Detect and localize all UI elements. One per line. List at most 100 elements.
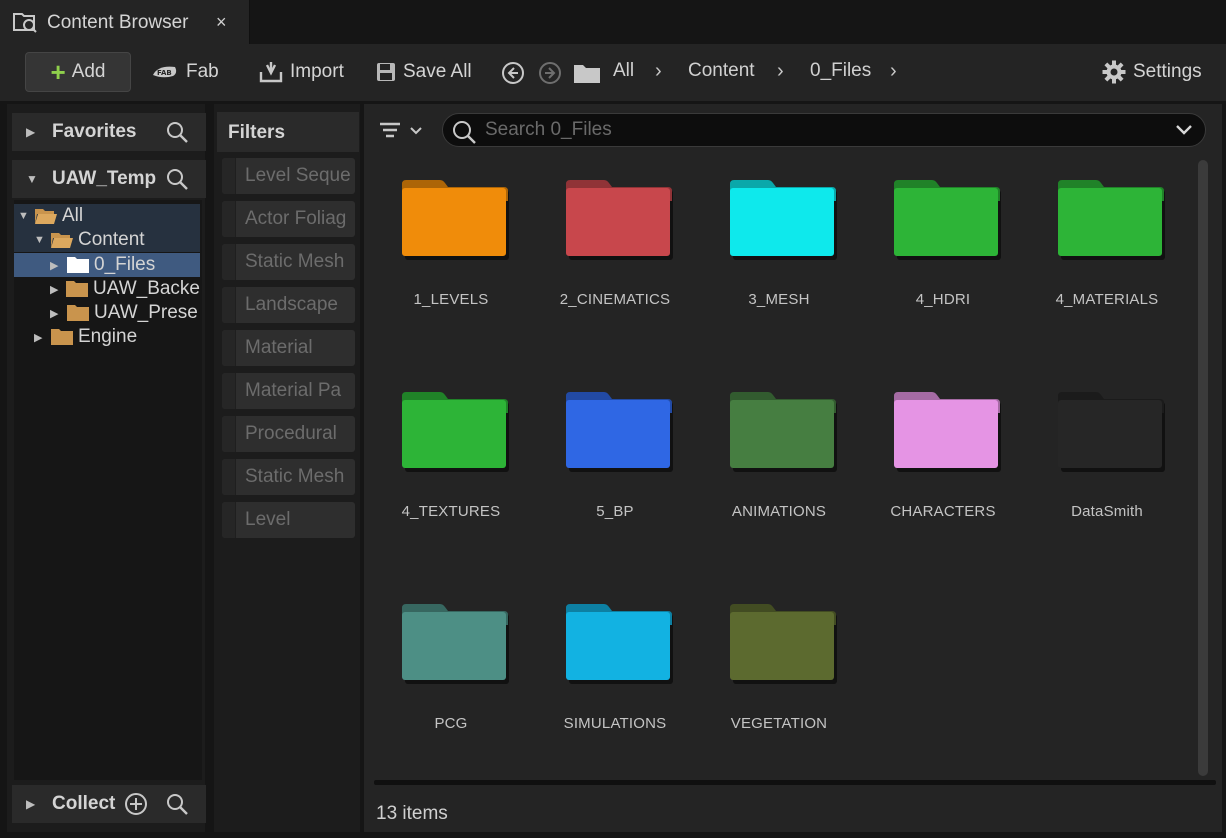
tree-item-uaw-backe[interactable]: ▶ UAW_Backe <box>14 277 200 301</box>
tree-item-label: All <box>62 205 84 226</box>
folder-tile[interactable]: DataSmith <box>1032 388 1182 578</box>
caret-right-icon[interactable]: ▶ <box>34 331 50 344</box>
filter-toggle[interactable] <box>222 287 236 323</box>
filter-toggle[interactable] <box>222 416 236 452</box>
folder-icon <box>402 604 509 684</box>
add-button[interactable]: + Add <box>25 52 131 92</box>
filter-chip[interactable]: Material <box>222 330 355 366</box>
folder-tile[interactable]: 1_LEVELS <box>376 176 526 366</box>
gear-icon <box>1102 60 1126 84</box>
filter-chip[interactable]: Level Seque <box>222 158 355 194</box>
filter-toggle[interactable] <box>222 330 236 366</box>
folder-tile[interactable]: 4_TEXTURES <box>376 388 526 578</box>
search-icon[interactable] <box>165 792 189 816</box>
save-icon <box>377 63 395 81</box>
save-all-button[interactable]: Save All <box>375 52 472 92</box>
filters-panel: Filters Level Seque Actor Foliag Static Me… <box>214 104 360 832</box>
breadcrumb-all[interactable]: All <box>613 60 634 82</box>
search-icon[interactable] <box>165 120 189 144</box>
import-icon <box>259 62 283 83</box>
tab-strip: Content Browser × <box>0 0 1226 44</box>
folder-name: 4_HDRI <box>915 291 971 308</box>
folder-icon <box>1058 392 1165 472</box>
filter-chip[interactable]: Level <box>222 502 355 538</box>
favorites-header[interactable]: ▶ Favorites <box>12 113 206 151</box>
folder-tile[interactable]: 5_BP <box>540 388 690 578</box>
tree-item-all[interactable]: ▼ All <box>14 204 200 228</box>
filter-chip[interactable]: Static Mesh <box>222 459 355 495</box>
filter-chip[interactable]: Landscape <box>222 287 355 323</box>
tree-item-uaw-prese[interactable]: ▶ UAW_Prese <box>14 301 200 325</box>
tab-content-browser[interactable]: Content Browser × <box>0 0 250 44</box>
caret-down-icon[interactable]: ▼ <box>34 234 50 246</box>
folder-tile[interactable]: ANIMATIONS <box>704 388 854 578</box>
import-button[interactable]: Import <box>258 52 344 92</box>
folder-icon[interactable] <box>573 62 601 84</box>
folder-icon <box>67 257 89 273</box>
folder-icon <box>51 329 73 345</box>
breadcrumb-0-files[interactable]: 0_Files <box>810 60 871 82</box>
filter-chip[interactable]: Procedural <box>222 416 355 452</box>
caret-down-icon[interactable]: ▼ <box>18 210 34 222</box>
folder-name: ANIMATIONS <box>731 503 827 520</box>
collections-header[interactable]: ▶ Collect <box>12 785 206 823</box>
chevron-right-icon[interactable]: › <box>777 60 784 83</box>
scrollbar[interactable] <box>1198 160 1208 776</box>
import-button-label: Import <box>290 61 344 82</box>
caret-right-icon[interactable]: ▶ <box>26 797 35 811</box>
caret-right-icon[interactable]: ▶ <box>50 259 66 272</box>
back-arrow-icon[interactable] <box>501 61 525 85</box>
caret-down-icon[interactable]: ▼ <box>26 172 38 186</box>
chevron-right-icon[interactable]: › <box>655 60 662 83</box>
filter-toggle[interactable] <box>222 244 236 280</box>
filter-toggle[interactable] <box>222 502 236 538</box>
folder-name: CHARACTERS <box>890 503 996 520</box>
filter-dropdown-icon[interactable] <box>378 121 428 141</box>
filter-toggle[interactable] <box>222 158 236 194</box>
filter-label: Material <box>245 337 313 358</box>
tree-item-engine[interactable]: ▶ Engine <box>14 325 200 349</box>
close-icon[interactable]: × <box>216 12 227 33</box>
search-input[interactable] <box>485 118 1165 142</box>
project-label: UAW_Temp <box>52 168 157 189</box>
filter-toggle[interactable] <box>222 459 236 495</box>
filter-toggle[interactable] <box>222 201 236 237</box>
folder-tile[interactable]: SIMULATIONS <box>540 600 690 790</box>
folder-open-icon <box>51 233 73 248</box>
favorites-label: Favorites <box>52 121 137 142</box>
tree-item-label: 0_Files <box>94 254 156 275</box>
add-collection-icon[interactable] <box>124 792 148 816</box>
folder-tree: ▼ All ▼ Content ▶ 0_Files ▶ UAW_Backe ▶ … <box>14 200 202 780</box>
folder-tile[interactable]: CHARACTERS <box>868 388 1018 578</box>
asset-view: 1_LEVELS 2_CINEMATICS 3_MESH 4_HDRI 4_MATERI… <box>364 104 1222 832</box>
filters-header: Filters <box>217 112 359 152</box>
tab-title: Content Browser <box>47 12 189 33</box>
search-icon[interactable] <box>165 167 189 191</box>
folder-icon <box>402 392 509 472</box>
folder-tile[interactable]: PCG <box>376 600 526 790</box>
folder-tile[interactable]: 2_CINEMATICS <box>540 176 690 366</box>
folder-tile[interactable]: 4_MATERIALS <box>1032 176 1182 366</box>
folder-name: SIMULATIONS <box>563 715 667 732</box>
caret-right-icon[interactable]: ▶ <box>26 125 35 139</box>
chevron-right-icon[interactable]: › <box>890 60 897 83</box>
folder-tile[interactable]: VEGETATION <box>704 600 854 790</box>
settings-button[interactable]: Settings <box>1101 52 1202 92</box>
breadcrumb-content[interactable]: Content <box>688 60 755 82</box>
tree-item-0-files[interactable]: ▶ 0_Files <box>14 253 200 277</box>
filter-chip[interactable]: Actor Foliag <box>222 201 355 237</box>
fab-button[interactable]: FAB Fab <box>150 52 219 92</box>
folder-icon <box>1058 180 1165 260</box>
filter-chip[interactable]: Static Mesh <box>222 244 355 280</box>
chevron-down-icon[interactable] <box>1175 123 1193 137</box>
folder-tile[interactable]: 3_MESH <box>704 176 854 366</box>
folder-tile[interactable]: 4_HDRI <box>868 176 1018 366</box>
filter-chip[interactable]: Material Pa <box>222 373 355 409</box>
filter-toggle[interactable] <box>222 373 236 409</box>
project-header[interactable]: ▼ UAW_Temp <box>12 160 206 198</box>
caret-right-icon[interactable]: ▶ <box>50 283 65 296</box>
forward-arrow-icon[interactable] <box>538 61 562 85</box>
sources-panel: ▶ Favorites ▼ UAW_Temp ▼ All ▼ Content ▶… <box>7 104 206 832</box>
tree-item-content[interactable]: ▼ Content <box>14 228 200 252</box>
caret-right-icon[interactable]: ▶ <box>50 307 66 320</box>
